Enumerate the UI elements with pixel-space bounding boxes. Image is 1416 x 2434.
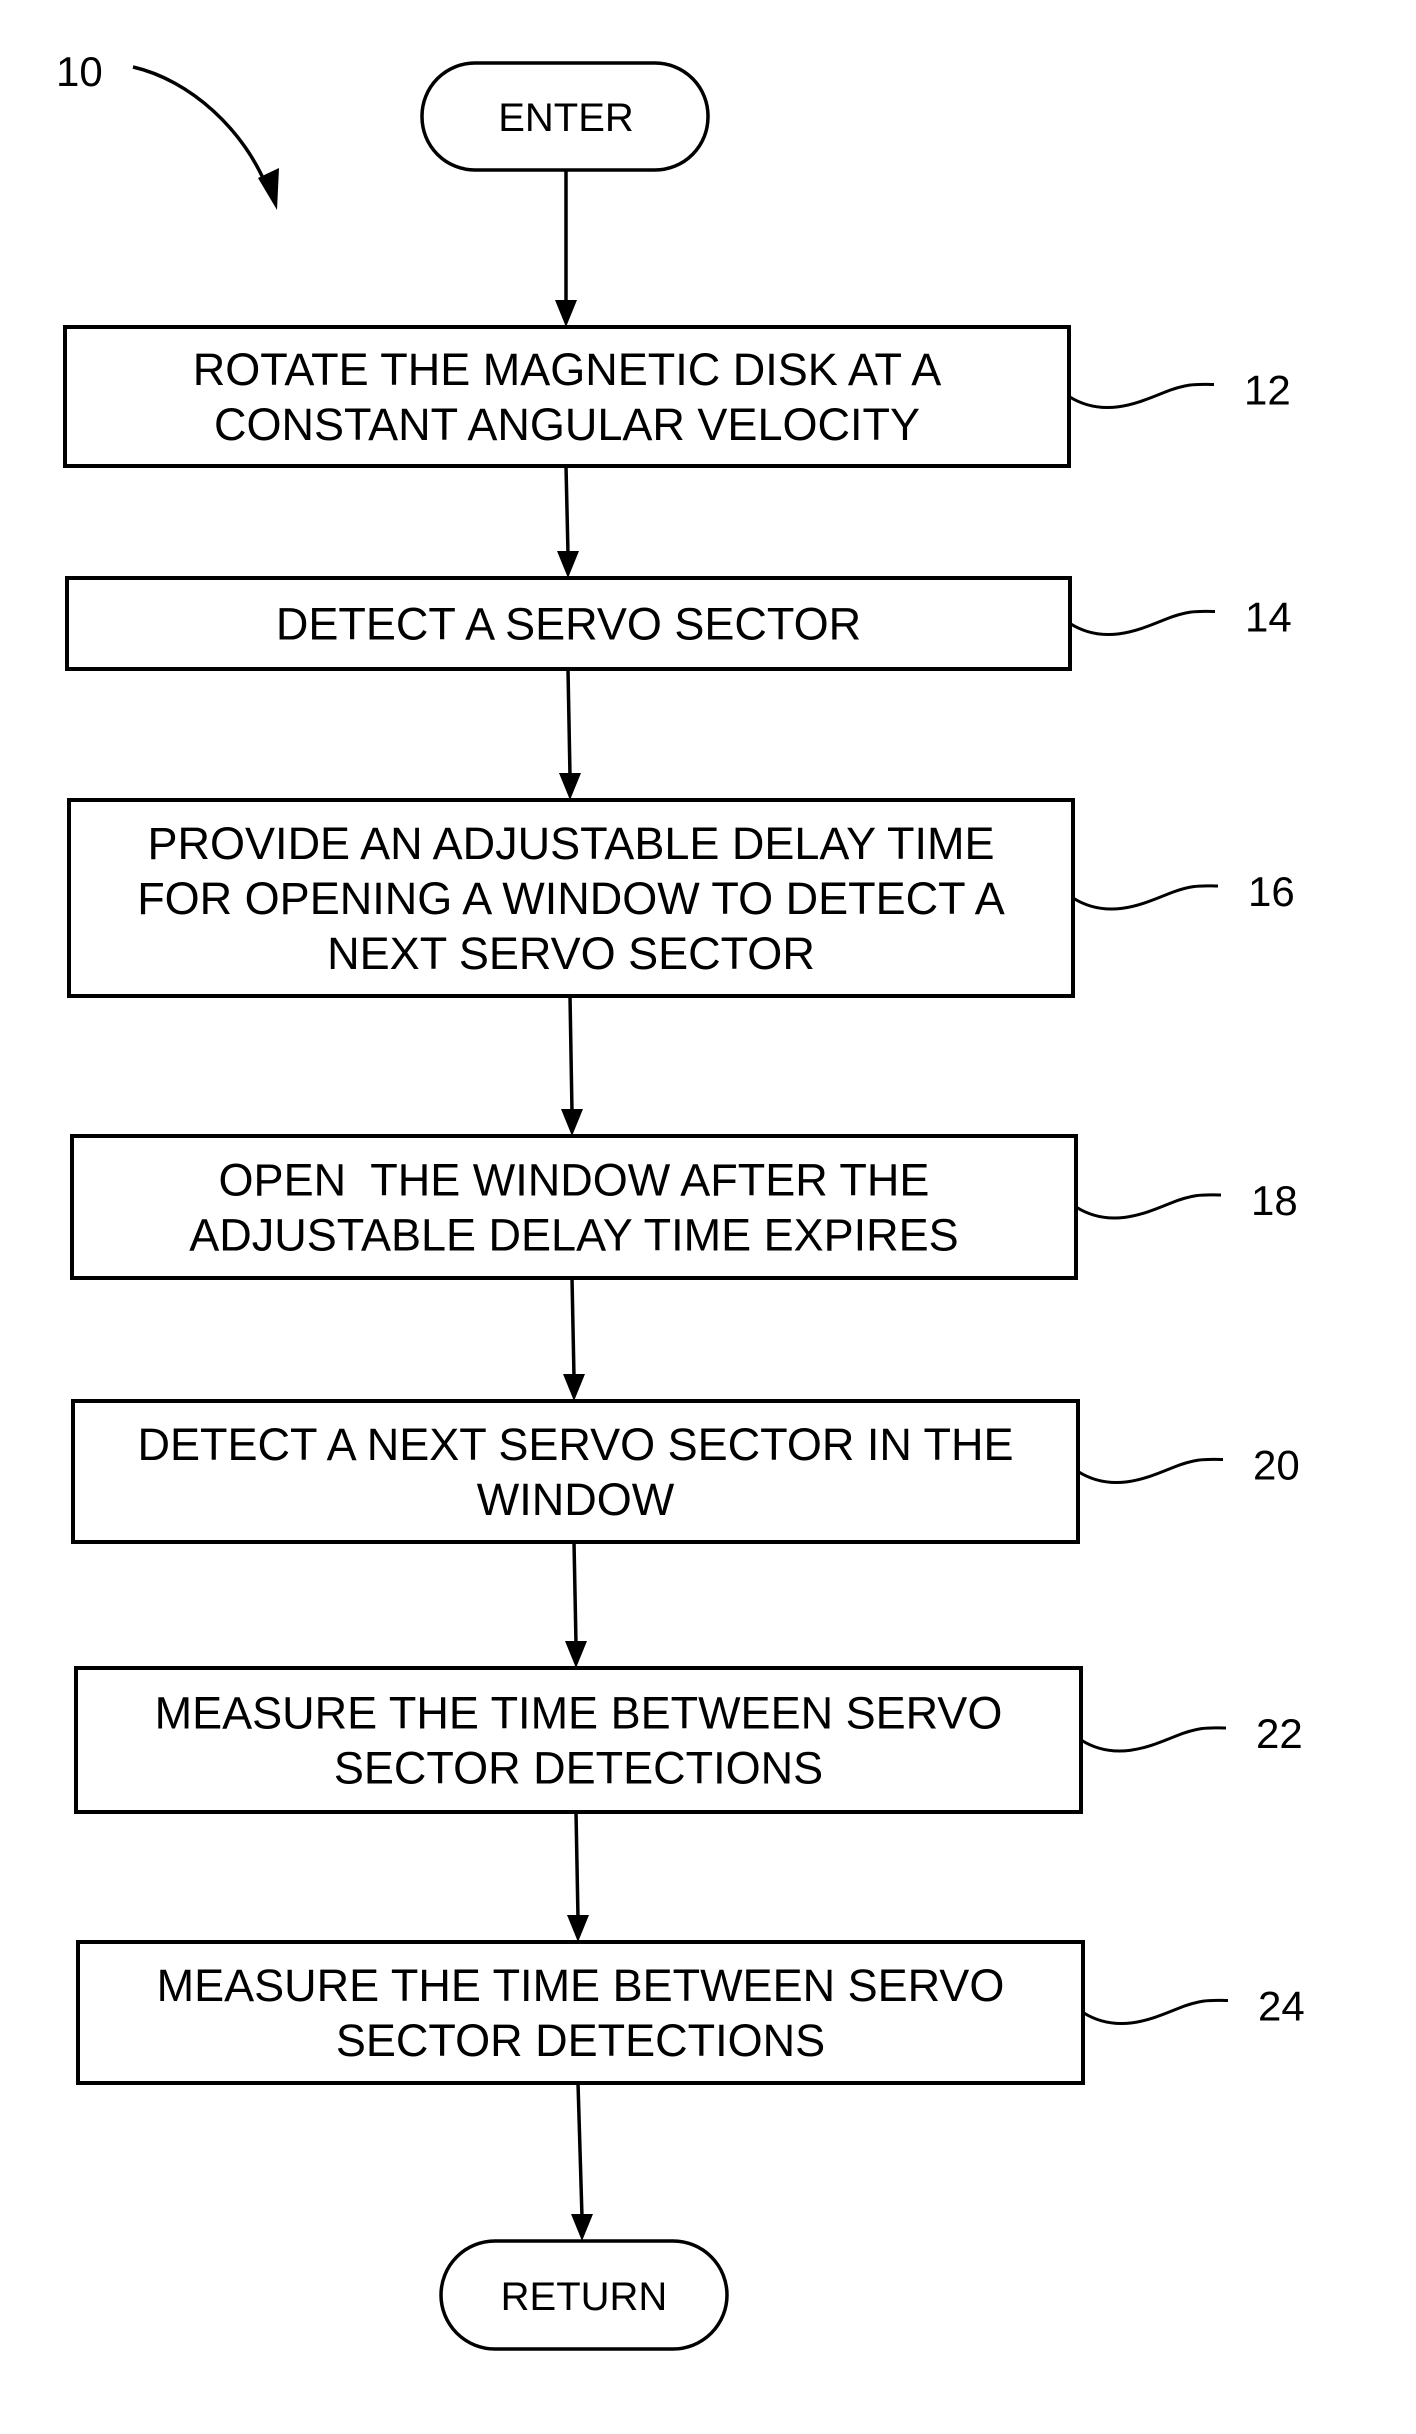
process-step-text-line: ROTATE THE MAGNETIC DISK AT A bbox=[193, 344, 941, 395]
reference-number: 14 bbox=[1245, 594, 1292, 641]
process-step-text-line: WINDOW bbox=[477, 1474, 675, 1525]
arrowhead-down-icon bbox=[555, 300, 577, 327]
process-step-text-line: FOR OPENING A WINDOW TO DETECT A bbox=[137, 873, 1005, 924]
process-step-text-line: DETECT A NEXT SERVO SECTOR IN THE bbox=[137, 1419, 1013, 1470]
process-step-text-line: SECTOR DETECTIONS bbox=[334, 1743, 823, 1794]
process-steps: ROTATE THE MAGNETIC DISK AT ACONSTANT AN… bbox=[63, 325, 1305, 2085]
process-step-text-line: MEASURE THE TIME BETWEEN SERVO bbox=[157, 1960, 1005, 2011]
process-step-text-line: PROVIDE AN ADJUSTABLE DELAY TIME bbox=[148, 818, 995, 869]
process-step-18: OPEN THE WINDOW AFTER THEADJUSTABLE DELA… bbox=[70, 1134, 1298, 1280]
reference-leader-line bbox=[1069, 609, 1216, 637]
reference-number: 18 bbox=[1251, 1177, 1298, 1224]
reference-number: 24 bbox=[1258, 1983, 1305, 2030]
process-step-24: MEASURE THE TIME BETWEEN SERVOSECTOR DET… bbox=[76, 1940, 1305, 2085]
figure-reference-curved-arrow bbox=[132, 65, 270, 191]
process-step-text-line: ADJUSTABLE DELAY TIME EXPIRES bbox=[189, 1210, 958, 1261]
arrowhead-down-icon bbox=[561, 1109, 583, 1136]
process-step-text-line: CONSTANT ANGULAR VELOCITY bbox=[214, 399, 920, 450]
arrowhead-down-icon bbox=[565, 1641, 587, 1668]
figure-reference-number: 10 bbox=[56, 48, 103, 95]
reference-number: 22 bbox=[1256, 1710, 1303, 1757]
arrowhead-down-icon bbox=[571, 2214, 593, 2241]
flow-arrow-line bbox=[566, 668, 572, 777]
start-terminal: ENTER bbox=[420, 61, 710, 172]
flow-arrow-line bbox=[576, 2082, 584, 2218]
end-terminal: RETURN bbox=[439, 2239, 729, 2351]
arrowhead-down-icon bbox=[557, 551, 579, 578]
process-step-text-line: NEXT SERVO SECTOR bbox=[327, 928, 815, 979]
process-step-text-line: OPEN THE WINDOW AFTER THE bbox=[219, 1155, 930, 1206]
start-terminal-label: ENTER bbox=[498, 96, 634, 140]
reference-leader-line bbox=[1082, 1998, 1229, 2026]
figure-reference: 10 bbox=[56, 48, 279, 210]
reference-number: 12 bbox=[1244, 367, 1291, 414]
reference-leader-line bbox=[1080, 1726, 1227, 1753]
process-step-text-line: MEASURE THE TIME BETWEEN SERVO bbox=[155, 1688, 1003, 1739]
process-step-12: ROTATE THE MAGNETIC DISK AT ACONSTANT AN… bbox=[63, 325, 1291, 468]
process-step-text-line: SECTOR DETECTIONS bbox=[336, 2015, 825, 2066]
reference-leader-line bbox=[1077, 1457, 1224, 1485]
flow-arrow-line bbox=[570, 1277, 576, 1378]
process-step-16: PROVIDE AN ADJUSTABLE DELAY TIMEFOR OPEN… bbox=[67, 798, 1295, 998]
process-step-text-line: DETECT A SERVO SECTOR bbox=[276, 599, 861, 650]
reference-leader-line bbox=[1068, 382, 1215, 410]
reference-number: 20 bbox=[1253, 1442, 1300, 1489]
flowchart: 10 ENTER ROTATE THE MAGNETIC DISK AT ACO… bbox=[56, 48, 1305, 2351]
reference-number: 16 bbox=[1248, 868, 1295, 915]
flow-arrow-line bbox=[572, 1541, 578, 1645]
flow-arrow-line bbox=[564, 465, 570, 555]
arrowhead-down-icon bbox=[559, 773, 581, 800]
arrowhead-down-icon bbox=[563, 1374, 585, 1401]
reference-leader-line bbox=[1072, 884, 1219, 911]
flow-arrow-line bbox=[574, 1811, 580, 1919]
process-step-22: MEASURE THE TIME BETWEEN SERVOSECTOR DET… bbox=[74, 1666, 1303, 1814]
flow-arrow-line bbox=[568, 995, 574, 1113]
process-step-14: DETECT A SERVO SECTOR 14 bbox=[65, 576, 1292, 671]
reference-leader-line bbox=[1075, 1193, 1222, 1220]
process-step-20: DETECT A NEXT SERVO SECTOR IN THEWINDOW 2… bbox=[71, 1399, 1300, 1544]
arrowhead-down-icon bbox=[567, 1915, 589, 1942]
end-terminal-label: RETURN bbox=[501, 2275, 668, 2319]
